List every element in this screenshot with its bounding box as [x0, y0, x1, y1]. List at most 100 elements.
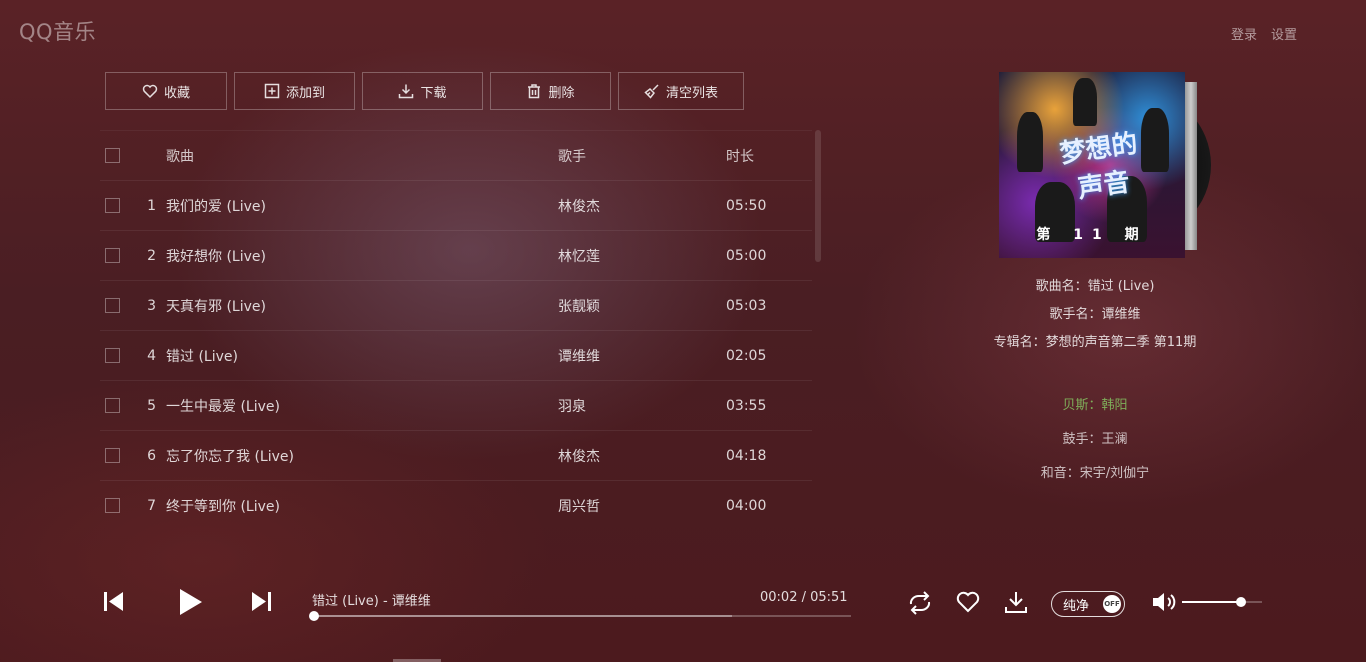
- header-duration: 时长: [726, 148, 754, 165]
- favorite-button[interactable]: 收藏: [105, 72, 227, 110]
- play-button[interactable]: [179, 588, 203, 616]
- row-song[interactable]: 我们的爱 (Live): [166, 196, 558, 216]
- row-duration: 05:00: [726, 247, 767, 264]
- volume-level: [1182, 601, 1242, 603]
- row-number: 4: [147, 347, 156, 364]
- play-icon: [180, 589, 202, 615]
- row-number: 3: [147, 297, 156, 314]
- volume-slider[interactable]: [1182, 597, 1262, 607]
- list-scrollbar[interactable]: [815, 130, 821, 262]
- skip-next-icon: [252, 592, 271, 611]
- repeat-icon: [909, 591, 931, 615]
- album-cover: 梦想的声音 第 11 期: [999, 72, 1185, 258]
- trash-icon: [528, 84, 541, 99]
- row-song[interactable]: 我好想你 (Live): [166, 246, 558, 266]
- delete-label: 删除: [548, 85, 575, 101]
- repeat-button[interactable]: [906, 591, 934, 615]
- row-checkbox[interactable]: [105, 498, 120, 513]
- row-duration: 04:00: [726, 497, 767, 514]
- row-checkbox[interactable]: [105, 398, 120, 413]
- row-number: 1: [147, 197, 156, 214]
- row-artist[interactable]: 谭维维: [558, 346, 726, 366]
- row-duration: 02:05: [726, 347, 767, 364]
- download-label: 下载: [420, 85, 447, 101]
- row-number: 2: [147, 247, 156, 264]
- download-song-button[interactable]: [1004, 590, 1028, 614]
- download-button[interactable]: 下载: [362, 72, 483, 110]
- song-row[interactable]: 2 我好想你 (Live) 林忆莲 05:00: [100, 230, 812, 280]
- pure-mode-label: 纯净: [1063, 598, 1090, 614]
- row-checkbox[interactable]: [105, 198, 120, 213]
- volume-knob[interactable]: [1236, 597, 1247, 607]
- artist-name: 歌手名：谭维维: [1049, 307, 1141, 322]
- row-checkbox[interactable]: [105, 248, 120, 263]
- heart-icon: [956, 591, 980, 613]
- delete-button[interactable]: 删除: [490, 72, 611, 110]
- row-checkbox[interactable]: [105, 298, 120, 313]
- header-artist: 歌手: [558, 148, 586, 165]
- row-number: 5: [147, 397, 156, 414]
- progress-knob[interactable]: [309, 611, 320, 621]
- select-all-checkbox[interactable]: [105, 148, 120, 163]
- row-checkbox[interactable]: [105, 348, 120, 363]
- like-button[interactable]: [956, 591, 980, 613]
- cover-figure: [1073, 78, 1097, 126]
- song-list-header: 歌曲 歌手 时长: [100, 130, 812, 180]
- download-icon: [399, 84, 414, 99]
- cover-title: 梦想的声音: [1058, 128, 1140, 205]
- row-artist[interactable]: 周兴哲: [558, 496, 726, 516]
- volume-icon: [1153, 593, 1176, 611]
- row-duration: 05:50: [726, 197, 767, 214]
- favorite-label: 收藏: [163, 85, 190, 101]
- row-artist[interactable]: 林忆莲: [558, 246, 726, 266]
- row-duration: 05:03: [726, 297, 767, 314]
- row-song[interactable]: 一生中最爱 (Live): [166, 396, 558, 416]
- progress-bar[interactable]: [309, 611, 851, 621]
- row-artist[interactable]: 羽泉: [558, 396, 726, 416]
- row-checkbox[interactable]: [105, 448, 120, 463]
- cover-figure: [1141, 108, 1169, 172]
- row-number: 7: [147, 497, 156, 514]
- add-to-button[interactable]: 添加到: [234, 72, 355, 110]
- song-list: 歌曲 歌手 时长 1 我们的爱 (Live) 林俊杰 05:50 2 我好想你 …: [100, 130, 812, 530]
- clear-list-button[interactable]: 清空列表: [618, 72, 744, 110]
- skip-previous-icon: [104, 592, 123, 611]
- row-duration: 04:18: [726, 447, 767, 464]
- volume-button[interactable]: [1151, 591, 1177, 613]
- playback-time: 00:02 / 05:51: [760, 590, 848, 605]
- clear-list-label: 清空列表: [665, 85, 718, 101]
- pure-mode-state: OFF: [1103, 595, 1121, 613]
- top-links: 登录 设置: [1231, 24, 1297, 43]
- heart-icon: [142, 84, 158, 99]
- row-artist[interactable]: 林俊杰: [558, 196, 726, 216]
- song-row[interactable]: 1 我们的爱 (Live) 林俊杰 05:50: [100, 180, 812, 230]
- row-number: 6: [147, 447, 156, 464]
- song-name: 歌曲名：错过 (Live): [1035, 279, 1155, 294]
- song-row[interactable]: 3 天真有邪 (Live) 张靓颖 05:03: [100, 280, 812, 330]
- login-link[interactable]: 登录: [1231, 24, 1257, 43]
- add-to-label: 添加到: [285, 85, 325, 101]
- row-artist[interactable]: 林俊杰: [558, 446, 726, 466]
- song-row[interactable]: 4 错过 (Live) 谭维维 02:05: [100, 330, 812, 380]
- disc-sleeve-edge: [1185, 82, 1197, 250]
- lyric-line: 鼓手：王澜: [1062, 432, 1128, 447]
- row-song[interactable]: 终于等到你 (Live): [166, 496, 558, 516]
- song-row[interactable]: 7 终于等到你 (Live) 周兴哲 04:00: [100, 480, 812, 530]
- pure-mode-toggle[interactable]: 纯净 OFF: [1051, 591, 1125, 617]
- download-icon: [1005, 592, 1027, 613]
- row-song[interactable]: 忘了你忘了我 (Live): [166, 446, 558, 466]
- next-button[interactable]: [251, 591, 272, 612]
- previous-button[interactable]: [103, 591, 124, 612]
- row-song[interactable]: 错过 (Live): [166, 346, 558, 366]
- song-row[interactable]: 6 忘了你忘了我 (Live) 林俊杰 04:18: [100, 430, 812, 480]
- row-artist[interactable]: 张靓颖: [558, 296, 726, 316]
- album-art: 梦想的声音 第 11 期: [999, 72, 1211, 258]
- broom-icon: [644, 84, 659, 99]
- cover-episode-badge: 第 11 期: [1036, 227, 1148, 243]
- row-song[interactable]: 天真有邪 (Live): [166, 296, 558, 316]
- settings-link[interactable]: 设置: [1271, 24, 1297, 43]
- lyric-line: 和音：宋宇/刘伽宁: [1040, 466, 1150, 481]
- song-row[interactable]: 5 一生中最爱 (Live) 羽泉 03:55: [100, 380, 812, 430]
- add-box-icon: [264, 83, 280, 99]
- toolbar: 收藏 添加到 下载 删除 清空列表: [105, 72, 744, 110]
